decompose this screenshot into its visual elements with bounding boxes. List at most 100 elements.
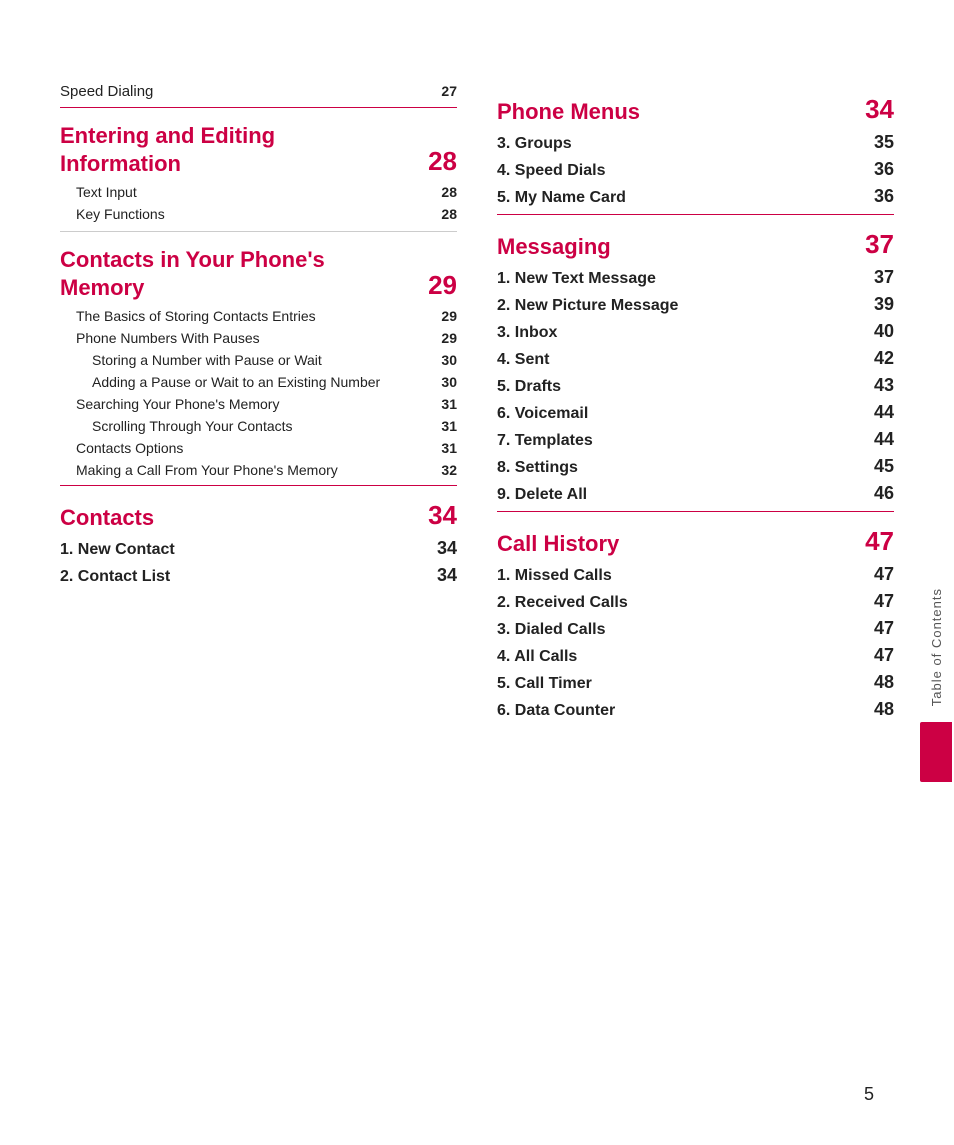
list-item: Phone Numbers With Pauses29 [60, 327, 457, 349]
item-label: 5. My Name Card [497, 189, 862, 207]
item-label: 7. Templates [497, 432, 862, 450]
list-item: Adding a Pause or Wait to an Existing Nu… [60, 371, 457, 393]
contacts-section-row: Contacts 34 [60, 500, 457, 531]
list-item: 4. Sent42 [497, 345, 894, 372]
item-label: Making a Call From Your Phone's Memory [60, 462, 425, 478]
item-page: 29 [425, 308, 457, 324]
messaging-items-list: 1. New Text Message372. New Picture Mess… [497, 264, 894, 507]
item-page: 44 [862, 429, 894, 450]
item-page: 47 [862, 645, 894, 666]
page: Speed Dialing 27 Entering and Editing In… [0, 0, 954, 1145]
item-label: Storing a Number with Pause or Wait [60, 352, 425, 368]
phone-menus-page: 34 [865, 94, 894, 125]
list-item: 1. Missed Calls47 [497, 561, 894, 588]
call-history-items-list: 1. Missed Calls472. Received Calls473. D… [497, 561, 894, 723]
item-label: 2. Received Calls [497, 594, 862, 612]
divider-messaging [497, 214, 894, 215]
list-item: Searching Your Phone's Memory31 [60, 393, 457, 415]
call-history-title: Call History [497, 530, 619, 558]
divider-call-history [497, 511, 894, 512]
entering-title-line1: Entering and Editing [60, 122, 275, 150]
toc-columns: Speed Dialing 27 Entering and Editing In… [60, 80, 894, 723]
entering-section-row: Entering and Editing Information 28 [60, 122, 457, 177]
item-page: 40 [862, 321, 894, 342]
right-column: Phone Menus 34 3. Groups354. Speed Dials… [497, 80, 894, 723]
item-page: 31 [425, 418, 457, 434]
contacts-memory-title: Contacts in Your Phone's Memory [60, 246, 325, 301]
item-page: 46 [862, 483, 894, 504]
divider-entering [60, 107, 457, 108]
item-page: 47 [862, 564, 894, 585]
item-page: 47 [862, 591, 894, 612]
contacts-memory-items-list: The Basics of Storing Contacts Entries29… [60, 305, 457, 481]
messaging-row: Messaging 37 [497, 229, 894, 260]
page-number: 5 [864, 1084, 874, 1105]
phone-menus-title: Phone Menus [497, 98, 640, 126]
item-label: 4. All Calls [497, 648, 862, 666]
entering-section: Entering and Editing Information 28 [60, 122, 457, 177]
call-history-section: Call History 47 [497, 526, 894, 557]
item-page: 48 [862, 699, 894, 720]
phone-menus-section: Phone Menus 34 [497, 94, 894, 125]
contacts-memory-line2: Memory [60, 274, 325, 302]
item-page: 34 [425, 538, 457, 559]
contacts-memory-row: Contacts in Your Phone's Memory 29 [60, 246, 457, 301]
list-item: 2. New Picture Message39 [497, 291, 894, 318]
item-page: 45 [862, 456, 894, 477]
item-page: 30 [425, 352, 457, 368]
list-item: 4. All Calls47 [497, 642, 894, 669]
item-label: Text Input [60, 184, 425, 200]
contacts-section: Contacts 34 [60, 500, 457, 531]
item-label: Phone Numbers With Pauses [60, 330, 425, 346]
list-item: Storing a Number with Pause or Wait30 [60, 349, 457, 371]
list-item: 9. Delete All46 [497, 480, 894, 507]
item-label: 1. New Contact [60, 541, 425, 559]
phone-menus-items-list: 3. Groups354. Speed Dials365. My Name Ca… [497, 129, 894, 210]
item-page: 32 [425, 462, 457, 478]
list-item: 4. Speed Dials36 [497, 156, 894, 183]
contacts-memory-page: 29 [428, 270, 457, 301]
messaging-section: Messaging 37 [497, 229, 894, 260]
list-item: 1. New Text Message37 [497, 264, 894, 291]
call-history-row: Call History 47 [497, 526, 894, 557]
item-label: 4. Sent [497, 351, 862, 369]
item-page: 39 [862, 294, 894, 315]
item-label: Adding a Pause or Wait to an Existing Nu… [60, 374, 425, 390]
list-item: 3. Inbox40 [497, 318, 894, 345]
item-label: Searching Your Phone's Memory [60, 396, 425, 412]
item-label: 8. Settings [497, 459, 862, 477]
item-page: 30 [425, 374, 457, 390]
toc-speed-dialing: Speed Dialing 27 [60, 80, 457, 103]
messaging-page: 37 [865, 229, 894, 260]
item-label: Scrolling Through Your Contacts [60, 418, 425, 434]
contacts-section-page: 34 [428, 500, 457, 531]
contacts-memory-line1: Contacts in Your Phone's [60, 246, 325, 274]
item-page: 29 [425, 330, 457, 346]
list-item: 6. Voicemail44 [497, 399, 894, 426]
item-label: 6. Data Counter [497, 702, 862, 720]
item-label: 3. Groups [497, 135, 862, 153]
list-item: 2. Contact List34 [60, 562, 457, 589]
item-page: 28 [425, 184, 457, 200]
item-page: 37 [862, 267, 894, 288]
divider-contacts [60, 485, 457, 486]
contacts-section-title: Contacts [60, 504, 154, 532]
speed-dialing-page: 27 [425, 83, 457, 99]
item-label: 9. Delete All [497, 486, 862, 504]
item-label: Key Functions [60, 206, 425, 222]
side-tab: Table of Contents [918, 580, 954, 782]
list-item: The Basics of Storing Contacts Entries29 [60, 305, 457, 327]
contacts-items-list: 1. New Contact342. Contact List34 [60, 535, 457, 589]
side-tab-bar [920, 722, 952, 782]
list-item: Key Functions28 [60, 203, 457, 225]
list-item: Text Input28 [60, 181, 457, 203]
item-page: 28 [425, 206, 457, 222]
item-label: 2. New Picture Message [497, 297, 862, 315]
list-item: 1. New Contact34 [60, 535, 457, 562]
list-item: 5. Drafts43 [497, 372, 894, 399]
list-item: 5. Call Timer48 [497, 669, 894, 696]
item-page: 34 [425, 565, 457, 586]
list-item: 8. Settings45 [497, 453, 894, 480]
item-page: 47 [862, 618, 894, 639]
item-label: 6. Voicemail [497, 405, 862, 423]
